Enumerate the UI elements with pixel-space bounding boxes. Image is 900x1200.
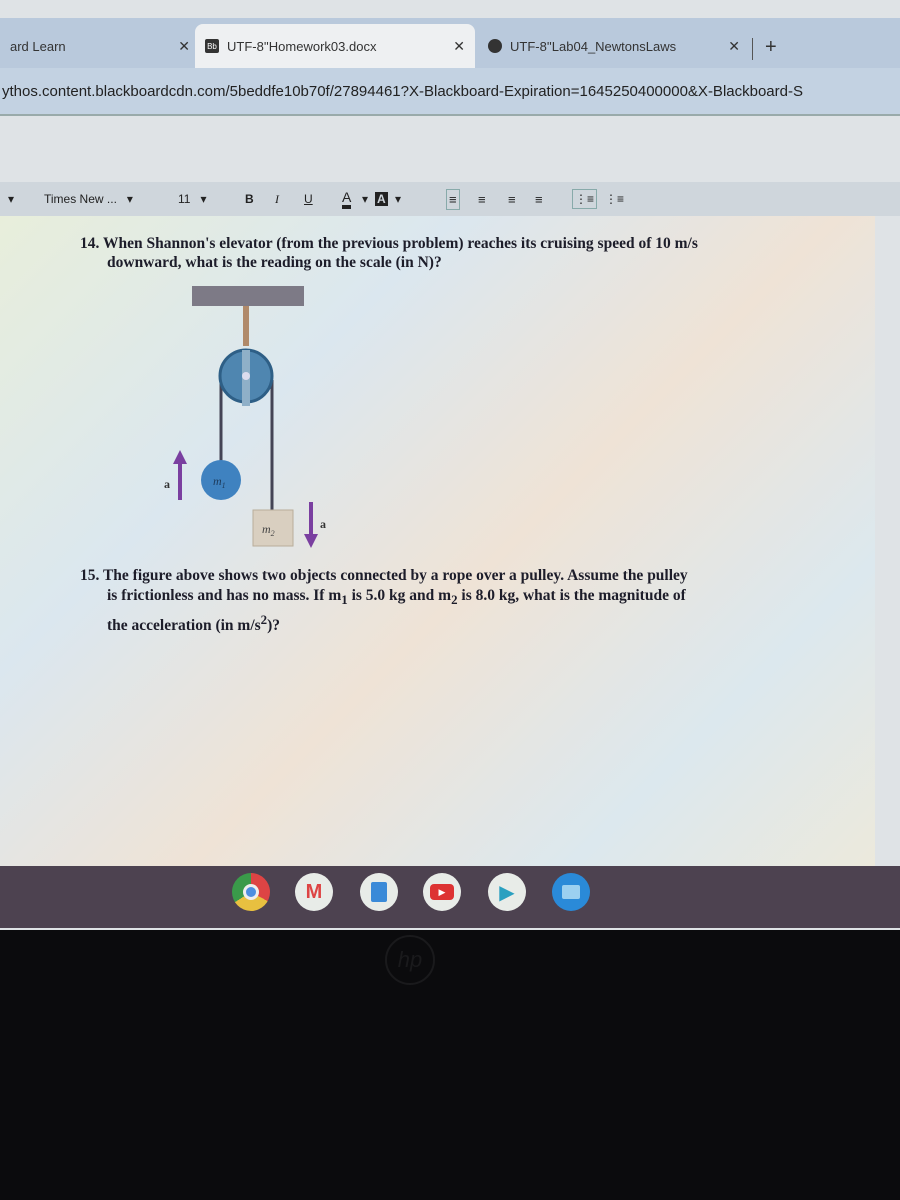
underline-button[interactable]: U — [304, 192, 313, 206]
gmail-icon[interactable]: M — [295, 873, 333, 911]
font-size-select[interactable]: 11 ▾ — [178, 192, 207, 206]
tab-homework03[interactable]: Bb UTF-8''Homework03.docx ✕ — [195, 24, 475, 68]
tab-label: UTF-8''Homework03.docx — [227, 38, 377, 54]
close-tab-icon[interactable]: ✕ — [728, 38, 740, 55]
chevron-down-icon[interactable]: ▾ — [362, 192, 368, 206]
pulley-hanger — [243, 306, 249, 346]
close-tab-icon[interactable]: ✕ — [453, 38, 465, 55]
arrow-up-icon — [173, 450, 187, 500]
files-icon[interactable] — [552, 873, 590, 911]
font-size: 11 — [178, 192, 191, 206]
bold-button[interactable]: B — [245, 192, 254, 206]
tab-strip: ard Learn ✕ Bb UTF-8''Homework03.docx ✕ … — [0, 18, 900, 68]
tab-label: UTF-8''Lab04_NewtonsLaws — [510, 38, 677, 54]
youtube-icon[interactable]: ▶ — [423, 873, 461, 911]
q14-line1: 14. When Shannon's elevator (from the pr… — [80, 235, 698, 252]
bulleted-list-icon[interactable]: ⋮≡ — [605, 192, 624, 206]
q15-line1: 15. The figure above shows two objects c… — [80, 567, 688, 584]
screen: ard Learn ✕ Bb UTF-8''Homework03.docx ✕ … — [0, 0, 900, 930]
formatting-toolbar: ▾ Times New ... ▾ 11 ▾ B I U A ▾ A ▾ ≡ ≡… — [0, 182, 900, 216]
close-tab-icon[interactable]: ✕ — [178, 38, 190, 55]
align-right-icon[interactable]: ≡ — [508, 192, 516, 207]
document-page[interactable]: 14. When Shannon's elevator (from the pr… — [0, 216, 875, 866]
tab-blackboard-learn[interactable]: ard Learn ✕ — [0, 24, 200, 68]
chevron-down-icon: ▾ — [126, 192, 133, 206]
blackboard-icon: Bb — [205, 39, 219, 53]
question-14: 14. When Shannon's elevator (from the pr… — [80, 234, 698, 272]
arrow-down-icon — [304, 502, 318, 548]
chrome-icon[interactable] — [232, 873, 270, 911]
chevron-down-icon[interactable]: ▾ — [395, 192, 401, 206]
play-store-icon[interactable]: ▶ — [488, 873, 526, 911]
q15-line3: the acceleration (in m/s2)? — [107, 612, 281, 635]
question-15: 15. The figure above shows two objects c… — [80, 566, 688, 636]
tab-label: ard Learn — [10, 38, 66, 54]
tab-separator — [752, 38, 753, 60]
menu-dropdown[interactable]: ▾ — [8, 192, 14, 206]
mass-m2 — [252, 509, 294, 547]
q15-line2: is frictionless and has no mass. If m1 i… — [107, 587, 686, 608]
italic-button[interactable]: I — [275, 192, 279, 207]
new-tab-button[interactable]: + — [765, 36, 777, 59]
font-name: Times New ... — [44, 192, 117, 206]
tab-lab04[interactable]: UTF-8''Lab04_NewtonsLaws ✕ — [478, 24, 750, 68]
highlight-color-button[interactable]: A — [375, 192, 388, 206]
numbered-list-icon[interactable]: ⋮≡ — [572, 189, 598, 209]
text-color-button[interactable]: A — [342, 189, 352, 209]
accel-label-down: a — [320, 517, 326, 531]
url-text: ythos.content.blackboardcdn.com/5beddfe1… — [2, 82, 803, 100]
ceiling-beam — [192, 286, 304, 306]
align-center-icon[interactable]: ≡ — [478, 192, 486, 207]
accel-label-up: a — [164, 477, 170, 491]
q14-line2: downward, what is the reading on the sca… — [107, 254, 442, 271]
chevron-down-icon: ▾ — [200, 192, 207, 206]
docs-icon[interactable] — [360, 873, 398, 911]
globe-icon — [488, 39, 502, 53]
font-family-select[interactable]: Times New ... ▾ — [44, 192, 133, 206]
pulley-axle — [242, 372, 250, 380]
address-bar[interactable]: ythos.content.blackboardcdn.com/5beddfe1… — [0, 68, 900, 116]
hp-logo: hp — [385, 935, 435, 985]
align-left-icon[interactable]: ≡ — [446, 188, 460, 210]
align-justify-icon[interactable]: ≡ — [535, 192, 543, 207]
pulley-figure: m1 m2 a a — [164, 286, 326, 548]
